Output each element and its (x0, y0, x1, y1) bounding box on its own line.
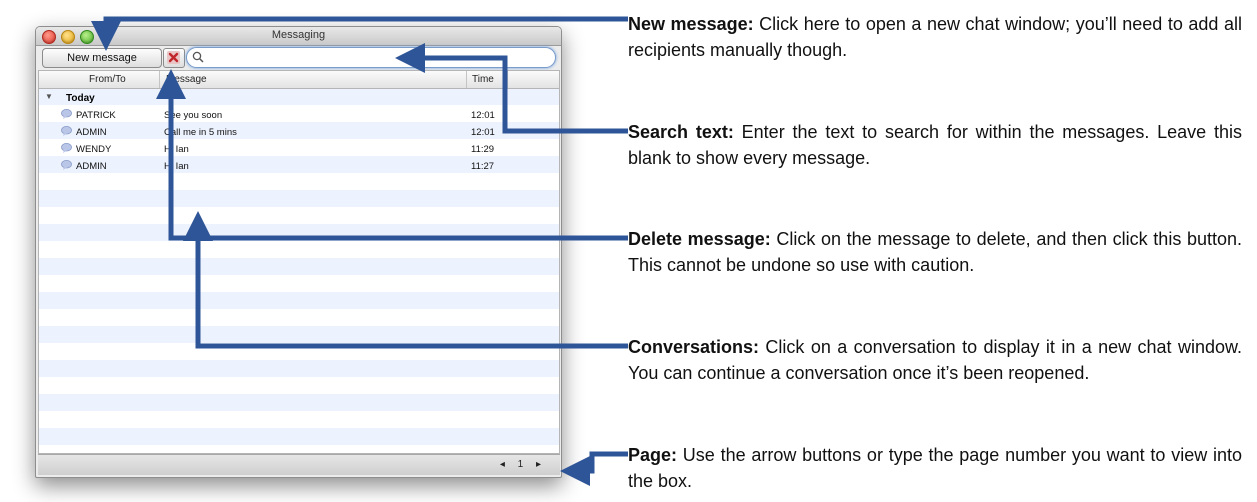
search-icon (192, 51, 204, 63)
column-time[interactable]: Time (472, 74, 494, 85)
chat-bubble-icon (61, 109, 72, 119)
group-row-today[interactable]: ▼ Today (39, 89, 559, 106)
disclosure-triangle-icon[interactable]: ▼ (45, 92, 53, 101)
search-field[interactable] (186, 47, 556, 68)
column-from-to[interactable]: From/To (89, 74, 126, 85)
delete-message-button[interactable] (163, 48, 185, 68)
callout-conversations: Conversations: Click on a conversation t… (628, 334, 1242, 386)
toolbar: New message (36, 46, 561, 70)
chat-bubble-icon (61, 160, 72, 170)
search-input[interactable] (209, 49, 543, 66)
callout-text: Use the arrow buttons or type the page n… (628, 445, 1242, 491)
list-item[interactable]: ADMIN Call me in 5 mins 12:01 (39, 123, 559, 140)
callout-search: Search text: Enter the text to search fo… (628, 119, 1242, 171)
chat-bubble-icon (61, 143, 72, 153)
callout-title: New message: (628, 14, 754, 34)
status-bar: ◂ 1 ▸ (38, 454, 560, 475)
delete-x-icon (167, 51, 180, 64)
callout-title: Page: (628, 445, 678, 465)
row-from: ADMIN (76, 127, 107, 138)
row-time: 11:29 (471, 144, 495, 155)
callout-new-message: New message: Click here to open a new ch… (628, 11, 1242, 63)
row-message: Hi Ian (164, 144, 189, 155)
prev-page-arrow-icon[interactable]: ◂ (500, 459, 505, 470)
callout-delete: Delete message: Click on the message to … (628, 226, 1242, 278)
row-from: WENDY (76, 144, 112, 155)
arrow-page (560, 451, 622, 486)
group-label: Today (66, 93, 95, 104)
conversation-list[interactable]: From/To Message Time ▼ Today PATRICK See… (38, 70, 560, 454)
row-message: Hi Ian (164, 161, 189, 172)
chat-bubble-icon (61, 126, 72, 136)
row-from: PATRICK (76, 110, 116, 121)
row-message: See you soon (164, 110, 223, 121)
callout-title: Delete message: (628, 229, 771, 249)
row-message: Call me in 5 mins (164, 127, 237, 138)
row-time: 11:27 (471, 161, 495, 172)
column-header: From/To Message Time (39, 71, 559, 89)
callout-title: Conversations: (628, 337, 760, 357)
title-bar[interactable]: Messaging (36, 27, 561, 46)
row-time: 12:01 (471, 127, 495, 138)
column-message[interactable]: Message (166, 74, 207, 85)
row-time: 12:01 (471, 110, 495, 121)
row-from: ADMIN (76, 161, 107, 172)
new-message-button[interactable]: New message (42, 48, 162, 68)
list-item[interactable]: PATRICK See you soon 12:01 (39, 106, 559, 123)
pager: ◂ 1 ▸ (495, 459, 546, 470)
list-item[interactable]: WENDY Hi Ian 11:29 (39, 140, 559, 157)
page-number-field[interactable]: 1 (518, 459, 524, 470)
messaging-window: Messaging New message From/To Message Ti… (35, 26, 562, 478)
list-item[interactable]: ADMIN Hi Ian 11:27 (39, 157, 559, 174)
callout-page: Page: Use the arrow buttons or type the … (628, 442, 1242, 494)
callout-title: Search text: (628, 122, 734, 142)
window-title: Messaging (271, 29, 326, 41)
next-page-arrow-icon[interactable]: ▸ (536, 459, 541, 470)
